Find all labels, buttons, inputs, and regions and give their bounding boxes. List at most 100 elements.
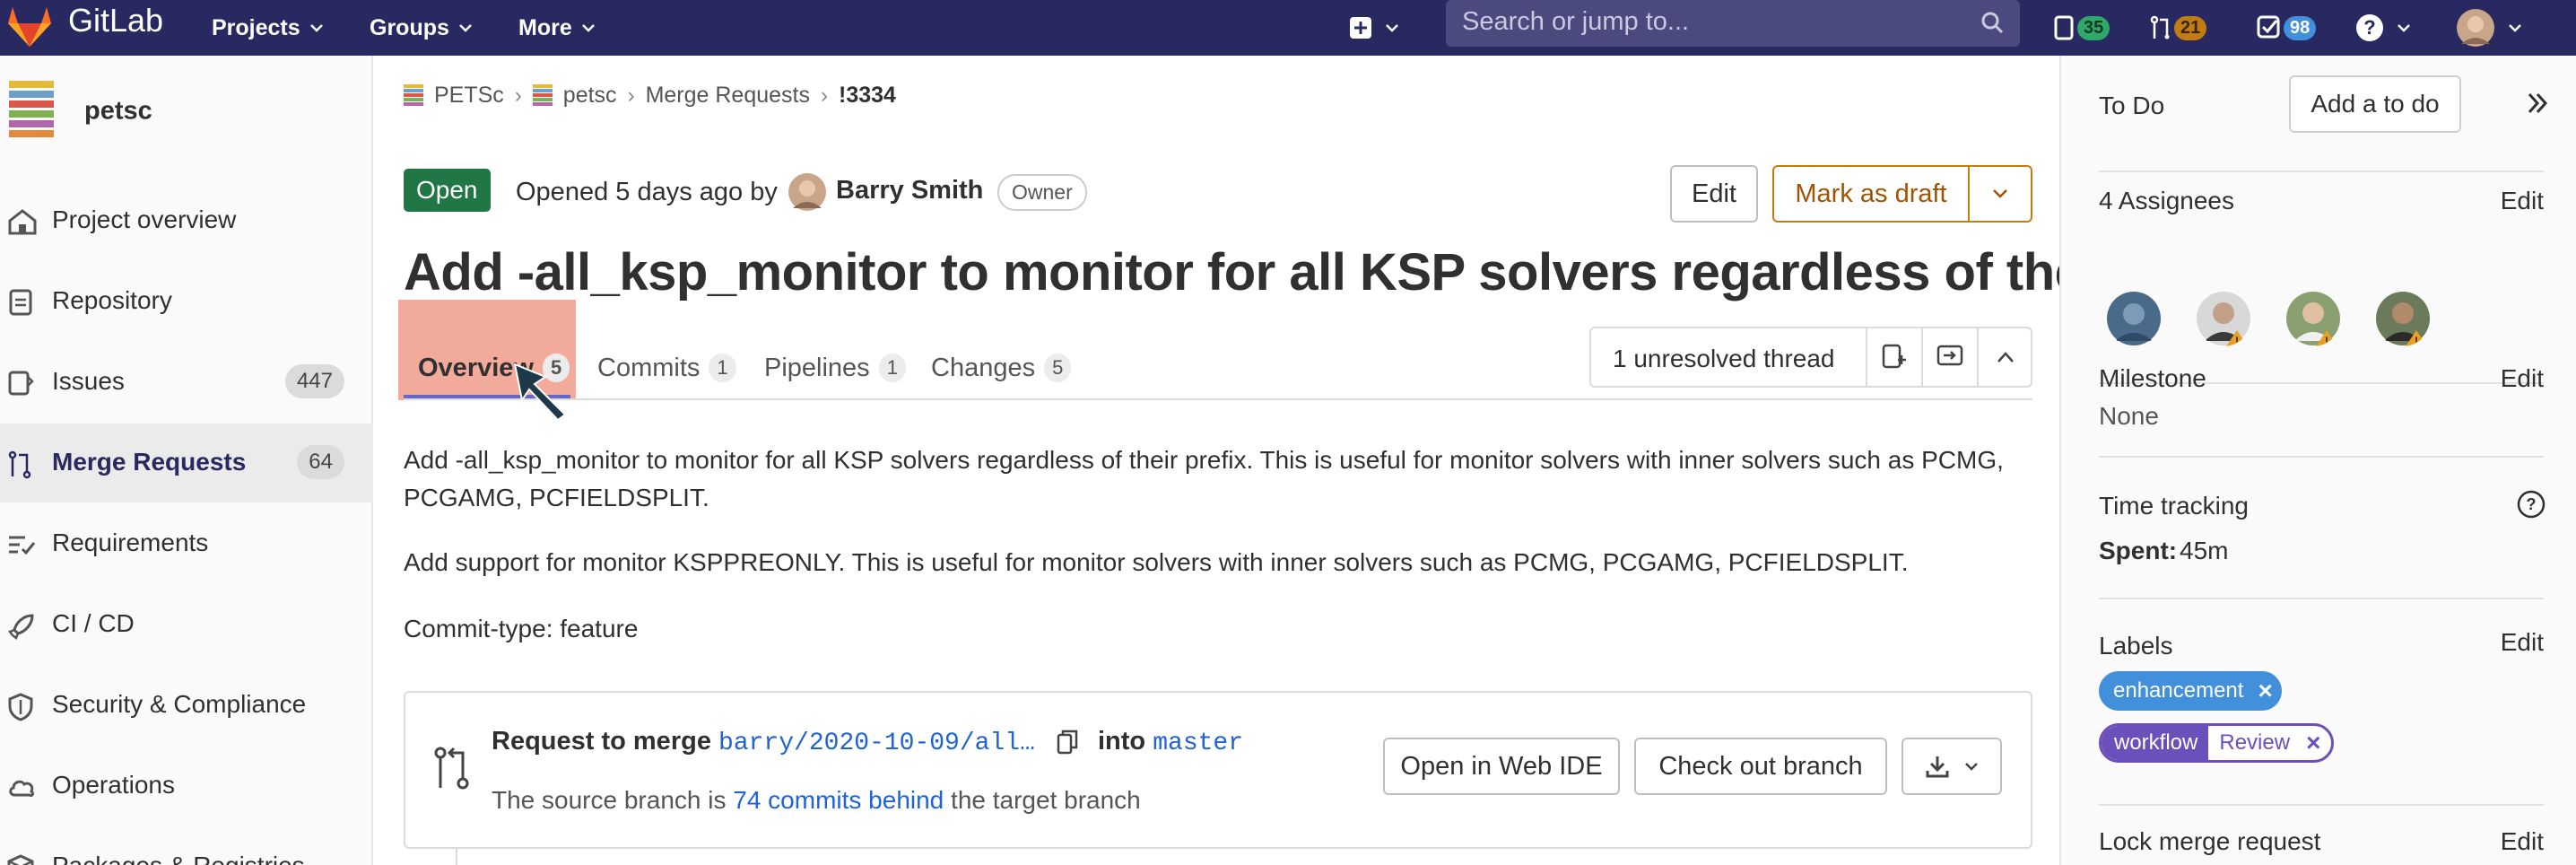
sidebar-item-issues[interactable]: Issues 447 <box>0 343 373 422</box>
todo-check-icon <box>2257 15 2280 39</box>
sidebar-item-ci-cd[interactable]: CI / CD <box>0 585 373 664</box>
todos-counter-link[interactable]: 98 <box>2257 0 2317 56</box>
source-status-text: The source branch is <box>492 786 727 814</box>
next-thread-button[interactable] <box>1921 328 1977 386</box>
issues-count-badge: 447 <box>284 364 344 398</box>
issues-icon <box>8 371 34 396</box>
commits-behind-link[interactable]: 74 commits behind <box>733 786 944 814</box>
remove-label-icon[interactable]: × <box>2258 677 2272 705</box>
draft-options-dropdown[interactable] <box>1968 165 2032 223</box>
merge-requests-counter-link[interactable]: 21 <box>2149 0 2207 56</box>
remove-label-icon[interactable]: × <box>2301 729 2331 757</box>
edit-milestone-link[interactable]: Edit <box>2501 364 2544 393</box>
chevron-down-icon <box>1965 763 1978 771</box>
help-icon[interactable]: ? <box>2517 490 2546 519</box>
into-label: into <box>1098 727 1146 756</box>
sidebar-item-security-compliance[interactable]: Security & Compliance <box>0 666 373 745</box>
plus-square-icon <box>1350 17 1371 39</box>
mouse-pointer-icon <box>513 363 567 422</box>
nav-projects[interactable]: Projects <box>212 0 324 56</box>
download-dropdown[interactable] <box>1902 738 2002 795</box>
svg-text:!: ! <box>2235 335 2239 346</box>
assignee-avatar[interactable] <box>2106 291 2162 346</box>
assignee-avatar[interactable]: ! <box>2285 291 2341 346</box>
sidebar-item-label: Project overview <box>52 205 237 233</box>
spent-label: Spent: <box>2099 537 2178 564</box>
sidebar-item-requirements[interactable]: Requirements <box>0 504 373 583</box>
tab-changes[interactable]: Changes 5 <box>931 336 1072 400</box>
section-divider <box>2099 804 2544 806</box>
help-dropdown[interactable]: ? <box>2355 0 2411 56</box>
label-enhancement[interactable]: enhancement × <box>2099 671 2282 711</box>
breadcrumb-item-group[interactable]: PETSc <box>434 83 504 109</box>
breadcrumb-item-merge-requests[interactable]: Merge Requests <box>646 83 810 109</box>
merge-requests-count-badge: 21 <box>2174 15 2207 40</box>
target-branch-link[interactable]: master <box>1153 730 1243 757</box>
collapse-sidebar-icon[interactable] <box>2526 92 2549 115</box>
collapse-threads-button[interactable] <box>1977 328 2032 386</box>
chevron-down-icon <box>581 24 595 32</box>
resolve-all-button[interactable] <box>1866 328 1921 386</box>
user-menu-dropdown[interactable] <box>2456 0 2522 56</box>
home-icon <box>8 209 37 235</box>
merge-request-icon <box>8 450 31 479</box>
nav-groups[interactable]: Groups <box>370 0 473 56</box>
gitlab-home-link[interactable]: GitLab <box>0 0 170 56</box>
edit-labels-link[interactable]: Edit <box>2501 628 2544 657</box>
project-header-link[interactable]: petsc <box>0 72 373 153</box>
sidebar-item-label: Merge Requests <box>52 448 247 476</box>
breadcrumb-item-project[interactable]: petsc <box>563 83 617 109</box>
label-value: Review <box>2219 730 2291 755</box>
author-name[interactable]: Barry Smith <box>836 176 983 205</box>
mark-as-draft-button[interactable]: Mark as draft <box>1772 165 1970 223</box>
request-to-merge-label: Request to merge <box>492 727 711 756</box>
tab-pipelines[interactable]: Pipelines 1 <box>764 336 906 400</box>
source-branch-link[interactable]: barry/2020-10-09/all… <box>718 730 1035 757</box>
breadcrumb-item-current[interactable]: !3334 <box>839 83 896 109</box>
tab-commits[interactable]: Commits 1 <box>597 336 736 400</box>
sidebar-item-operations[interactable]: Operations <box>0 747 373 826</box>
project-name: petsc <box>84 96 152 126</box>
milestone-value: None <box>2099 402 2159 430</box>
chevron-down-icon <box>309 24 323 32</box>
download-icon <box>1926 756 1949 778</box>
edit-lock-link[interactable]: Edit <box>2501 827 2544 856</box>
sidebar-item-label: Requirements <box>52 529 209 556</box>
copy-branch-icon[interactable] <box>1057 730 1078 755</box>
sidebar-item-packages-registries[interactable]: Packages & Registries <box>0 827 373 865</box>
nav-more[interactable]: More <box>518 0 596 56</box>
new-item-dropdown[interactable] <box>1349 0 1399 56</box>
section-divider <box>2099 456 2544 458</box>
open-in-web-ide-button[interactable]: Open in Web IDE <box>1383 738 1620 795</box>
issues-count-badge: 35 <box>2077 15 2110 40</box>
svg-text:?: ? <box>2527 495 2537 513</box>
rocket-icon <box>8 614 34 640</box>
sidebar-item-label: CI / CD <box>52 609 135 637</box>
unresolved-threads-widget: 1 unresolved thread <box>1589 327 2032 388</box>
description-paragraph: Add support for monitor KSPPREONLY. This… <box>404 548 1909 576</box>
sidebar-item-project-overview[interactable]: Project overview <box>0 181 373 260</box>
assignee-avatar[interactable]: ! <box>2375 291 2431 346</box>
unresolved-thread-count[interactable]: 1 unresolved thread <box>1613 345 1835 373</box>
todos-count-badge: 98 <box>2284 15 2317 40</box>
edit-button[interactable]: Edit <box>1670 165 1758 223</box>
section-divider <box>2099 170 2544 172</box>
sidebar-item-repository[interactable]: Repository <box>0 262 373 341</box>
top-navbar: GitLab Projects Groups More Search or ju… <box>0 0 2576 56</box>
merge-request-icon <box>2150 15 2170 39</box>
description-paragraph: Commit-type: feature <box>404 615 639 642</box>
comment-next-icon <box>1936 345 1963 366</box>
search-input[interactable]: Search or jump to... <box>1446 0 2020 47</box>
check-out-branch-button[interactable]: Check out branch <box>1634 738 1887 795</box>
add-todo-button[interactable]: Add a to do <box>2289 75 2461 133</box>
sidebar-item-merge-requests[interactable]: Merge Requests 64 <box>0 424 373 502</box>
assignee-avatar[interactable]: ! <box>2196 291 2251 346</box>
edit-assignees-link[interactable]: Edit <box>2501 187 2544 215</box>
sidebar-item-label: Repository <box>52 286 172 314</box>
label-scope: workflow <box>2102 726 2209 760</box>
label-workflow-review[interactable]: workflow Review × <box>2099 723 2335 763</box>
time-tracking-label: Time tracking <box>2099 492 2250 520</box>
package-icon <box>7 854 34 865</box>
author-avatar[interactable] <box>788 172 827 212</box>
issues-counter-link[interactable]: 35 <box>2054 0 2110 56</box>
